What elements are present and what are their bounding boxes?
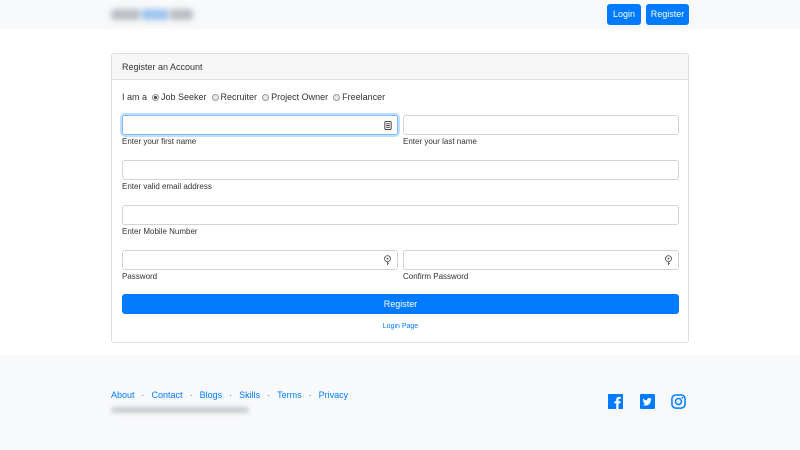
role-label-job-seeker: Job Seeker — [161, 92, 207, 102]
register-submit-button[interactable]: Register — [122, 294, 679, 314]
footer-link-about[interactable]: About — [111, 390, 135, 400]
footer-separator: · — [308, 390, 312, 400]
footer-link-contact[interactable]: Contact — [152, 390, 183, 400]
mobile-input[interactable] — [122, 205, 679, 225]
footer-separator: · — [229, 390, 233, 400]
instagram-icon[interactable] — [671, 394, 686, 409]
confirm-password-input[interactable] — [403, 250, 679, 270]
confirm-password-hint: Confirm Password — [403, 272, 469, 281]
last-name-input[interactable] — [403, 115, 679, 135]
autofill-card-icon[interactable] — [384, 121, 392, 130]
first-name-hint: Enter your first name — [122, 137, 197, 146]
radio-job-seeker[interactable] — [152, 93, 160, 101]
brand-logo-part — [111, 9, 141, 20]
footer-link-skills[interactable]: Skills — [239, 390, 260, 400]
card-title: Register an Account — [112, 54, 688, 80]
role-prefix-label: I am a — [122, 92, 148, 102]
password-key-icon[interactable] — [383, 255, 392, 266]
footer-link-privacy[interactable]: Privacy — [319, 390, 349, 400]
role-label-recruiter: Recruiter — [220, 92, 258, 102]
radio-recruiter[interactable] — [211, 93, 219, 101]
password-key-icon[interactable] — [664, 255, 673, 266]
login-page-link[interactable]: Login Page — [112, 323, 689, 330]
nav-register-button[interactable]: Register — [646, 4, 689, 25]
footer-separator: · — [267, 390, 271, 400]
footer: About · Contact · Blogs · Skills · Terms… — [0, 355, 800, 450]
facebook-icon[interactable] — [608, 394, 623, 409]
password-input[interactable] — [122, 250, 398, 270]
first-name-input[interactable] — [122, 115, 398, 135]
mobile-hint: Enter Mobile Number — [122, 227, 198, 236]
footer-links: About · Contact · Blogs · Skills · Terms… — [111, 390, 348, 400]
footer-separator: · — [141, 390, 145, 400]
brand-logo-part — [169, 9, 193, 20]
copyright-text-blurred — [111, 407, 249, 413]
brand-logo[interactable] — [111, 6, 193, 23]
twitter-icon[interactable] — [640, 394, 655, 409]
register-card: Register an Account I am a Job Seeker Re… — [111, 53, 689, 343]
footer-link-terms[interactable]: Terms — [277, 390, 302, 400]
nav-login-button[interactable]: Login — [607, 4, 641, 25]
navbar: Login Register — [0, 0, 800, 29]
footer-separator: · — [189, 390, 193, 400]
role-selector: I am a Job Seeker Recruiter Project Owne… — [122, 92, 388, 102]
password-hint: Password — [122, 272, 158, 281]
email-input[interactable] — [122, 160, 679, 180]
footer-link-blogs[interactable]: Blogs — [200, 390, 223, 400]
last-name-hint: Enter your last name — [403, 137, 477, 146]
brand-logo-part — [141, 9, 169, 20]
radio-freelancer[interactable] — [333, 93, 341, 101]
role-label-freelancer: Freelancer — [342, 92, 386, 102]
radio-project-owner[interactable] — [262, 93, 270, 101]
role-label-project-owner: Project Owner — [271, 92, 329, 102]
email-hint: Enter valid email address — [122, 182, 212, 191]
